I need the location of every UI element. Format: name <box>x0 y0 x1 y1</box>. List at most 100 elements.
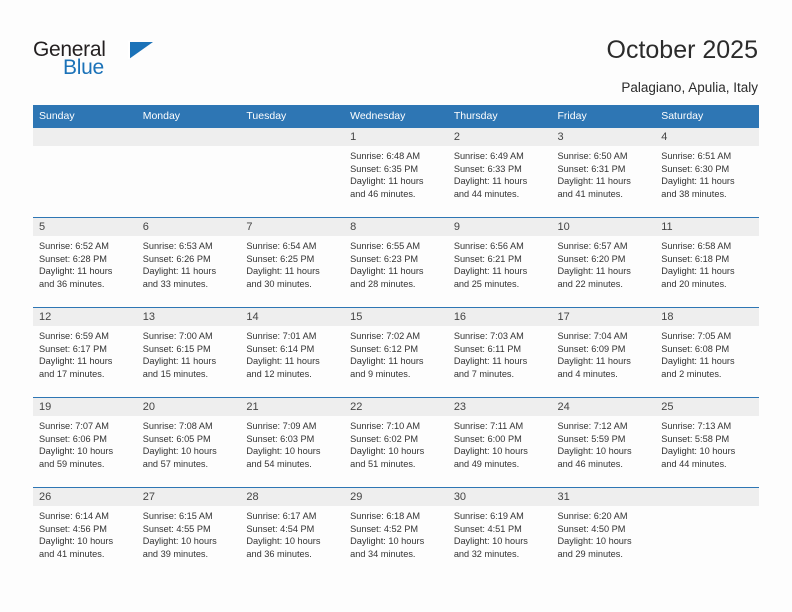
calendar-day[interactable]: 23 Sunrise: 7:11 AM Sunset: 6:00 PM Dayligh… <box>447 397 552 487</box>
day-daylight-line1-text: Daylight: 11 hours <box>142 356 217 367</box>
day-number: 8 <box>344 218 448 236</box>
day-sunrise-text: Sunrise: 7:12 AM <box>557 421 628 431</box>
calendar-day[interactable]: 15 Sunrise: 7:02 AM Sunset: 6:12 PM Dayligh… <box>344 307 448 397</box>
day-sunset-text: Sunset: 6:17 PM <box>39 343 107 354</box>
calendar-day[interactable]: 6 Sunrise: 6:53 AM Sunset: 6:26 PM Daylight… <box>136 217 241 307</box>
day-number: 6 <box>136 218 241 236</box>
calendar-cell: 30 Sunrise: 6:19 AM Sunset: 4:51 PM Dayligh… <box>447 487 552 577</box>
calendar-day[interactable]: 25 Sunrise: 7:13 AM Sunset: 5:58 PM Dayligh… <box>655 397 759 487</box>
day-daylight-line1-text: Daylight: 10 hours <box>246 446 321 457</box>
day-sun-info: Sunrise: 6:50 AM Sunset: 6:31 PM Daylight:… <box>552 146 656 200</box>
day-sunrise-text: Sunrise: 7:04 AM <box>557 331 628 341</box>
calendar-day[interactable]: 4 Sunrise: 6:51 AM Sunset: 6:30 PM Daylight… <box>655 127 759 217</box>
day-sunrise-text: Sunrise: 7:08 AM <box>142 421 213 431</box>
day-number: 20 <box>136 398 241 416</box>
day-number <box>136 128 241 146</box>
weekday-header-thursday: Thursday <box>447 105 552 127</box>
day-sun-info: Sunrise: 6:58 AM Sunset: 6:18 PM Daylight:… <box>655 236 759 290</box>
calendar-cell: 26 Sunrise: 6:14 AM Sunset: 4:56 PM Dayligh… <box>33 487 137 577</box>
day-sunrise-text: Sunrise: 6:52 AM <box>39 241 109 251</box>
calendar-cell: 22 Sunrise: 7:10 AM Sunset: 6:02 PM Dayligh… <box>344 397 448 487</box>
day-sunrise-text: Sunrise: 7:10 AM <box>350 421 421 431</box>
day-daylight-line2-text: and 49 minutes. <box>453 458 520 469</box>
day-daylight-line2-text: and 36 minutes. <box>246 548 312 559</box>
day-sun-info: Sunrise: 7:10 AM Sunset: 6:02 PM Daylight:… <box>344 416 448 470</box>
calendar-day[interactable]: 21 Sunrise: 7:09 AM Sunset: 6:03 PM Dayligh… <box>240 397 345 487</box>
day-daylight-line1-text: Daylight: 10 hours <box>350 536 425 547</box>
calendar-day[interactable]: 5 Sunrise: 6:52 AM Sunset: 6:28 PM Daylight… <box>33 217 137 307</box>
calendar-day[interactable]: 8 Sunrise: 6:55 AM Sunset: 6:23 PM Daylight… <box>344 217 448 307</box>
calendar-cell: 5 Sunrise: 6:52 AM Sunset: 6:28 PM Daylight… <box>33 217 137 307</box>
day-sunset-text: Sunset: 6:30 PM <box>661 163 730 174</box>
day-number: 21 <box>240 398 345 416</box>
day-sunrise-text: Sunrise: 7:01 AM <box>246 331 317 341</box>
day-daylight-line1-text: Daylight: 11 hours <box>661 176 735 187</box>
calendar-day[interactable]: 30 Sunrise: 6:19 AM Sunset: 4:51 PM Dayligh… <box>447 487 552 577</box>
calendar-day[interactable]: 31 Sunrise: 6:20 AM Sunset: 4:50 PM Dayligh… <box>551 487 656 577</box>
calendar-day[interactable]: 28 Sunrise: 6:17 AM Sunset: 4:54 PM Dayligh… <box>240 487 345 577</box>
day-sunrise-text: Sunrise: 6:49 AM <box>453 151 524 161</box>
calendar-day[interactable]: 18 Sunrise: 7:05 AM Sunset: 6:08 PM Dayligh… <box>655 307 759 397</box>
calendar-day[interactable]: 7 Sunrise: 6:54 AM Sunset: 6:25 PM Daylight… <box>240 217 345 307</box>
day-sun-info: Sunrise: 6:20 AM Sunset: 4:50 PM Daylight:… <box>552 506 656 560</box>
calendar-day[interactable]: 29 Sunrise: 6:18 AM Sunset: 4:52 PM Dayligh… <box>344 487 448 577</box>
day-sunset-text: Sunset: 6:05 PM <box>142 433 211 444</box>
calendar-day[interactable]: 24 Sunrise: 7:12 AM Sunset: 5:59 PM Dayligh… <box>551 397 656 487</box>
calendar-cell: 16 Sunrise: 7:03 AM Sunset: 6:11 PM Dayligh… <box>447 307 552 397</box>
calendar-day[interactable]: 19 Sunrise: 7:07 AM Sunset: 6:06 PM Dayligh… <box>33 397 137 487</box>
day-number: 28 <box>240 488 345 506</box>
day-daylight-line2-text: and 51 minutes. <box>350 458 416 469</box>
day-number: 26 <box>33 488 137 506</box>
calendar-day[interactable]: 22 Sunrise: 7:10 AM Sunset: 6:02 PM Dayligh… <box>344 397 448 487</box>
page-title: October 2025 <box>606 36 759 64</box>
calendar-body: 1 Sunrise: 6:48 AM Sunset: 6:35 PM Daylight… <box>33 127 759 577</box>
calendar-day[interactable]: 16 Sunrise: 7:03 AM Sunset: 6:11 PM Dayligh… <box>447 307 552 397</box>
calendar-day[interactable]: 9 Sunrise: 6:56 AM Sunset: 6:21 PM Daylight… <box>447 217 552 307</box>
day-sunset-text: Sunset: 6:20 PM <box>557 253 626 264</box>
day-sun-info: Sunrise: 7:02 AM Sunset: 6:12 PM Daylight:… <box>344 326 448 380</box>
calendar-day[interactable]: 13 Sunrise: 7:00 AM Sunset: 6:15 PM Dayligh… <box>136 307 241 397</box>
day-sunset-text: Sunset: 6:11 PM <box>453 343 522 354</box>
calendar-day[interactable]: 17 Sunrise: 7:04 AM Sunset: 6:09 PM Dayligh… <box>551 307 656 397</box>
day-sunset-text: Sunset: 4:51 PM <box>453 523 522 534</box>
calendar-cell: 4 Sunrise: 6:51 AM Sunset: 6:30 PM Daylight… <box>655 127 759 217</box>
day-sunset-text: Sunset: 4:50 PM <box>557 523 626 534</box>
day-number: 30 <box>447 488 552 506</box>
calendar-day[interactable]: 14 Sunrise: 7:01 AM Sunset: 6:14 PM Dayligh… <box>240 307 345 397</box>
day-daylight-line2-text: and 33 minutes. <box>142 278 209 289</box>
calendar-cell: 8 Sunrise: 6:55 AM Sunset: 6:23 PM Daylight… <box>344 217 448 307</box>
day-sunrise-text: Sunrise: 7:03 AM <box>453 331 524 341</box>
calendar-week-row: 5 Sunrise: 6:52 AM Sunset: 6:28 PM Daylight… <box>33 217 759 307</box>
day-sun-info: Sunrise: 6:59 AM Sunset: 6:17 PM Daylight:… <box>33 326 137 380</box>
day-daylight-line1-text: Daylight: 11 hours <box>453 356 528 367</box>
calendar-day[interactable]: 27 Sunrise: 6:15 AM Sunset: 4:55 PM Dayligh… <box>136 487 241 577</box>
day-sunset-text: Sunset: 4:54 PM <box>246 523 315 534</box>
calendar-day[interactable]: 26 Sunrise: 6:14 AM Sunset: 4:56 PM Dayligh… <box>33 487 137 577</box>
day-daylight-line2-text: and 20 minutes. <box>661 278 727 289</box>
day-sun-info: Sunrise: 7:04 AM Sunset: 6:09 PM Daylight:… <box>552 326 656 380</box>
day-daylight-line2-text: and 2 minutes. <box>661 368 722 379</box>
calendar-day[interactable]: 12 Sunrise: 6:59 AM Sunset: 6:17 PM Dayligh… <box>33 307 137 397</box>
day-daylight-line1-text: Daylight: 11 hours <box>557 176 631 187</box>
weekday-header-row: Sunday Monday Tuesday Wednesday Thursday… <box>33 105 759 127</box>
calendar-day[interactable]: 11 Sunrise: 6:58 AM Sunset: 6:18 PM Dayligh… <box>655 217 759 307</box>
calendar-day[interactable]: 10 Sunrise: 6:57 AM Sunset: 6:20 PM Dayligh… <box>551 217 656 307</box>
day-daylight-line2-text: and 4 minutes. <box>557 368 618 379</box>
day-sunset-text: Sunset: 6:02 PM <box>350 433 419 444</box>
calendar-day[interactable]: 3 Sunrise: 6:50 AM Sunset: 6:31 PM Daylight… <box>551 127 656 217</box>
day-sunrise-text: Sunrise: 6:55 AM <box>350 241 421 251</box>
day-daylight-line1-text: Daylight: 11 hours <box>142 266 217 277</box>
calendar-cell: 25 Sunrise: 7:13 AM Sunset: 5:58 PM Dayligh… <box>655 397 759 487</box>
calendar-day[interactable]: 1 Sunrise: 6:48 AM Sunset: 6:35 PM Daylight… <box>344 127 448 217</box>
day-sunrise-text: Sunrise: 6:48 AM <box>350 151 421 161</box>
calendar-cell: 9 Sunrise: 6:56 AM Sunset: 6:21 PM Daylight… <box>447 217 552 307</box>
calendar-day[interactable]: 20 Sunrise: 7:08 AM Sunset: 6:05 PM Dayligh… <box>136 397 241 487</box>
day-sunrise-text: Sunrise: 6:53 AM <box>142 241 213 251</box>
day-daylight-line1-text: Daylight: 11 hours <box>350 266 424 277</box>
calendar-day[interactable]: 2 Sunrise: 6:49 AM Sunset: 6:33 PM Daylight… <box>447 127 552 217</box>
day-sunset-text: Sunset: 4:52 PM <box>350 523 419 534</box>
day-number: 31 <box>551 488 656 506</box>
calendar-day-empty <box>136 127 241 217</box>
day-number: 2 <box>447 128 552 146</box>
general-blue-logo[interactable]: General Blue <box>33 38 163 84</box>
